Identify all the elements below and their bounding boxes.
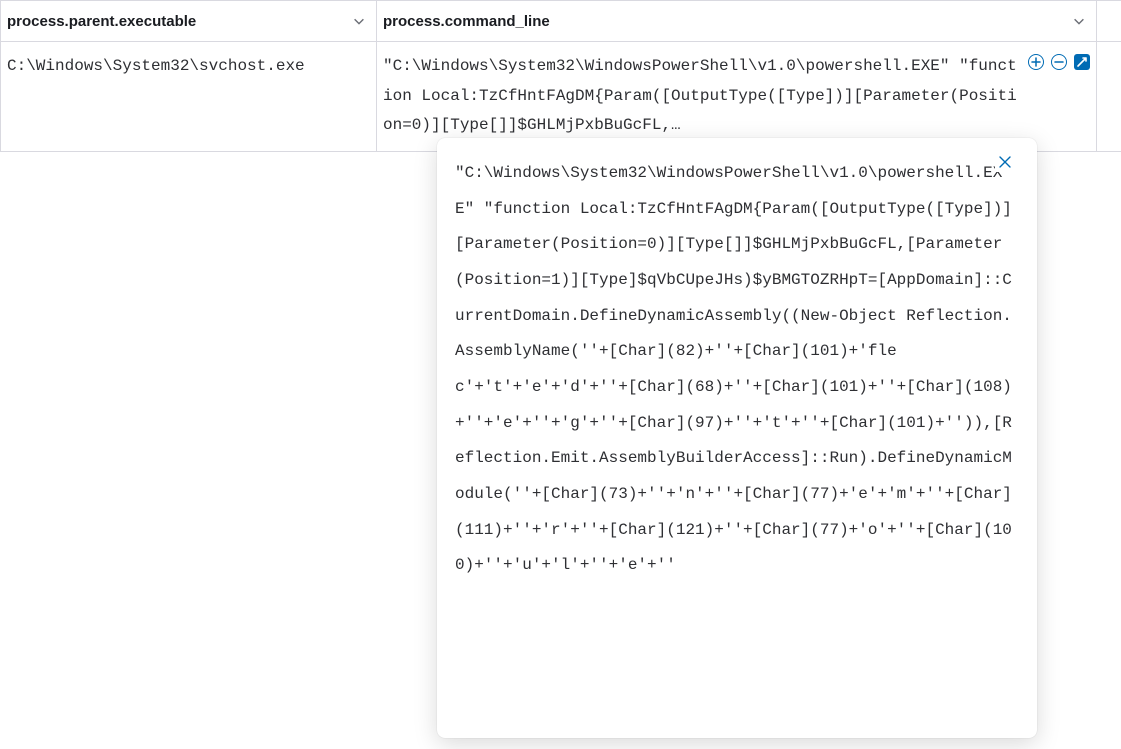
column-header-spacer	[1097, 1, 1121, 42]
table-row: C:\Windows\System32\svchost.exe "C:\Wind…	[1, 42, 1121, 152]
chevron-down-icon[interactable]	[352, 14, 366, 28]
filter-out-icon[interactable]	[1051, 54, 1067, 70]
filter-in-icon[interactable]	[1028, 54, 1044, 70]
column-header-parent-executable[interactable]: process.parent.executable	[1, 1, 377, 42]
toggle-column-icon[interactable]	[1074, 54, 1090, 70]
chevron-down-icon[interactable]	[1072, 14, 1086, 28]
cell-actions	[1022, 52, 1090, 70]
cell-expand-popover: "C:\Windows\System32\WindowsPowerShell\v…	[437, 138, 1037, 738]
close-icon[interactable]	[995, 152, 1015, 172]
popover-full-text[interactable]: "C:\Windows\System32\WindowsPowerShell\v…	[455, 156, 1029, 720]
results-table: process.parent.executable process.comman…	[0, 0, 1121, 152]
column-header-label: process.parent.executable	[7, 13, 196, 30]
cell-parent-executable: C:\Windows\System32\svchost.exe	[1, 42, 376, 92]
table-header-row: process.parent.executable process.comman…	[1, 1, 1121, 42]
column-header-command-line[interactable]: process.command_line	[377, 1, 1097, 42]
column-header-label: process.command_line	[383, 13, 550, 30]
cell-command-line[interactable]: "C:\Windows\System32\WindowsPowerShell\v…	[383, 52, 1022, 141]
